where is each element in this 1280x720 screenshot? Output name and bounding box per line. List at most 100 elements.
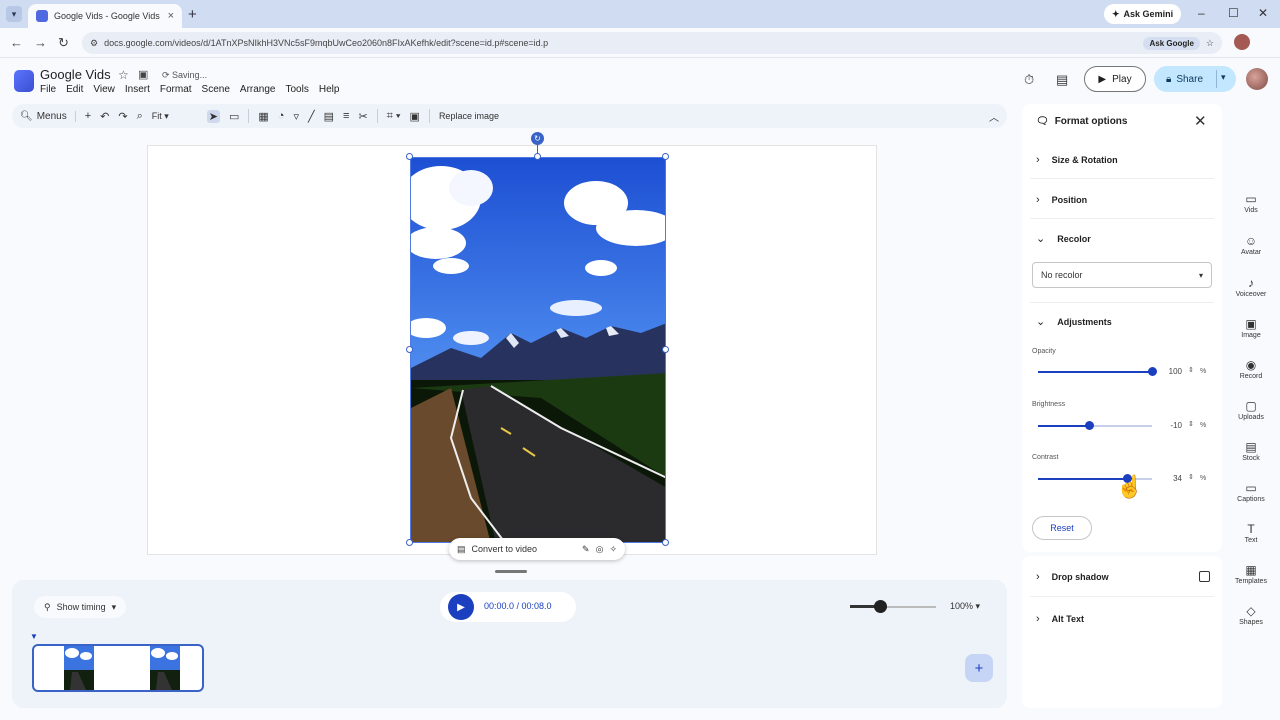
contrast-value[interactable]: 34 <box>1162 474 1182 483</box>
brightness-value[interactable]: -10 <box>1162 421 1182 430</box>
rail-uploads[interactable]: ▢ Uploads <box>1226 399 1276 421</box>
new-tab-button[interactable]: + <box>188 6 197 23</box>
move-folder-icon[interactable]: ▣ <box>138 68 148 81</box>
rail-shapes[interactable]: ◇ Shapes <box>1226 604 1276 626</box>
opacity-slider-knob[interactable] <box>1148 367 1157 376</box>
border-color-icon[interactable]: ▤ <box>324 110 334 123</box>
redo-icon[interactable]: ↷ <box>118 110 127 123</box>
contrast-stepper-icon[interactable]: ⇕ <box>1188 473 1194 481</box>
brightness-slider-knob[interactable] <box>1085 421 1095 430</box>
resize-handle-bl[interactable] <box>406 539 413 546</box>
menu-view[interactable]: View <box>93 84 115 95</box>
doc-title[interactable]: Google Vids <box>40 67 111 82</box>
version-history-icon[interactable]: ⏱ <box>1024 72 1034 88</box>
mask-image-icon[interactable]: ▣ <box>410 110 420 123</box>
rail-image[interactable]: ▣ Image <box>1226 317 1276 339</box>
resize-handle-br[interactable] <box>662 539 669 546</box>
rail-vids[interactable]: ▭ Vids <box>1226 192 1276 214</box>
menu-help[interactable]: Help <box>319 84 340 95</box>
playhead-icon[interactable]: ▼ <box>30 632 38 641</box>
rail-avatar[interactable]: ☺ Avatar <box>1226 234 1276 256</box>
back-icon[interactable]: ← <box>10 35 23 50</box>
opacity-value[interactable]: 100 <box>1162 367 1182 376</box>
canvas-resize-handle[interactable] <box>495 570 527 573</box>
play-button[interactable]: ▶ Play <box>1084 66 1146 92</box>
timeline-zoom-select[interactable]: 100% ▾ <box>950 601 980 612</box>
collapse-toolbar-icon[interactable]: ︿ <box>989 109 999 124</box>
border-weight-icon[interactable]: ≡ <box>343 110 349 122</box>
effects-icon[interactable]: ◎ <box>596 544 604 555</box>
add-scene-button[interactable]: + <box>965 654 993 682</box>
reload-icon[interactable]: ↻ <box>58 35 69 51</box>
resize-handle-l[interactable] <box>406 346 413 353</box>
rail-captions[interactable]: ▭ Captions <box>1226 481 1276 503</box>
timeline-zoom-knob[interactable] <box>874 600 888 613</box>
bookmark-star-icon[interactable]: ☆ <box>1206 38 1214 49</box>
rotate-handle-icon[interactable]: ↻ <box>531 132 544 145</box>
rail-text[interactable]: T Text <box>1226 522 1276 544</box>
share-button[interactable]: 🔒︎ Share ▾ <box>1154 66 1236 92</box>
search-menus[interactable]: 🔍︎ Menus <box>20 110 76 122</box>
section-size-rotation[interactable]: › Size & Rotation <box>1036 154 1118 166</box>
browser-tab[interactable]: Google Vids - Google Vids × <box>28 4 182 28</box>
menu-scene[interactable]: Scene <box>202 84 230 95</box>
magic-icon[interactable]: ✧ <box>609 544 617 555</box>
resize-handle-r[interactable] <box>662 346 669 353</box>
brightness-stepper-icon[interactable]: ⇕ <box>1188 420 1194 428</box>
site-info-icon[interactable]: ⚙ <box>90 38 98 49</box>
resize-handle-tr[interactable] <box>662 153 669 160</box>
menu-tools[interactable]: Tools <box>285 84 308 95</box>
section-recolor[interactable]: ⌄ Recolor <box>1036 232 1091 245</box>
close-tab-icon[interactable]: × <box>168 10 174 22</box>
user-avatar[interactable] <box>1246 68 1268 90</box>
select-pointer-icon[interactable]: ➤ <box>206 109 220 123</box>
line-icon[interactable]: ╱ <box>308 110 315 123</box>
drop-shadow-checkbox[interactable] <box>1199 571 1210 582</box>
edit-pencil-icon[interactable]: ✎ <box>582 544 590 555</box>
rail-stock[interactable]: ▤ Stock <box>1226 440 1276 462</box>
add-icon[interactable]: + <box>85 110 91 122</box>
close-icon[interactable]: ✕ <box>1194 112 1207 130</box>
image-insert-icon[interactable]: ▦ <box>258 110 268 123</box>
minimize-icon[interactable]: – <box>1198 6 1205 20</box>
close-window-icon[interactable]: ✕ <box>1258 6 1268 20</box>
opacity-stepper-icon[interactable]: ⇕ <box>1188 366 1194 374</box>
section-adjustments[interactable]: ⌄ Adjustments <box>1036 315 1112 328</box>
ask-gemini-button[interactable]: ✦ Ask Gemini <box>1104 4 1182 24</box>
menu-insert[interactable]: Insert <box>125 84 150 95</box>
selected-image[interactable] <box>410 157 666 543</box>
section-drop-shadow[interactable]: › Drop shadow <box>1036 571 1109 583</box>
scene-clip[interactable] <box>32 644 204 692</box>
rail-templates[interactable]: ▦ Templates <box>1226 563 1276 585</box>
star-icon[interactable]: ☆ <box>118 68 129 82</box>
forward-icon[interactable]: → <box>34 35 47 50</box>
ask-google-button[interactable]: Ask Google <box>1143 36 1200 50</box>
share-dropdown-icon[interactable]: ▾ <box>1221 72 1226 83</box>
rail-record[interactable]: ◉ Record <box>1226 358 1276 380</box>
timeline-play-icon[interactable]: ▶ <box>448 594 474 620</box>
recolor-select[interactable]: No recolor ▾ <box>1032 262 1212 288</box>
maximize-icon[interactable]: ☐ <box>1228 6 1239 20</box>
shape-icon[interactable]: ◔ <box>278 110 285 122</box>
undo-icon[interactable]: ↶ <box>100 110 109 123</box>
paint-format-icon[interactable]: ▿ <box>293 110 299 123</box>
rail-voiceover[interactable]: ♪ Voiceover <box>1226 276 1276 298</box>
zoom-icon[interactable]: ⌕ <box>137 110 143 123</box>
reset-button[interactable]: Reset <box>1032 516 1092 540</box>
browser-profile-avatar[interactable] <box>1234 34 1250 50</box>
resize-handle-tl[interactable] <box>406 153 413 160</box>
menu-format[interactable]: Format <box>160 84 192 95</box>
menu-arrange[interactable]: Arrange <box>240 84 276 95</box>
section-alt-text[interactable]: › Alt Text <box>1036 613 1084 625</box>
convert-to-video-button[interactable]: Convert to video <box>472 544 577 554</box>
replace-image-button[interactable]: Replace image <box>439 111 499 121</box>
resize-handle-t[interactable] <box>534 153 541 160</box>
crop-icon[interactable]: ⌗ ▾ <box>387 110 401 123</box>
menu-file[interactable]: File <box>40 84 56 95</box>
menu-edit[interactable]: Edit <box>66 84 83 95</box>
tab-search-button[interactable]: ▾ <box>6 6 22 22</box>
zoom-select[interactable]: Fit ▾ <box>152 111 198 122</box>
textbox-icon[interactable]: ▭ <box>229 110 239 123</box>
vids-logo-icon[interactable] <box>14 70 34 92</box>
comments-icon[interactable]: ▤ <box>1056 72 1068 88</box>
